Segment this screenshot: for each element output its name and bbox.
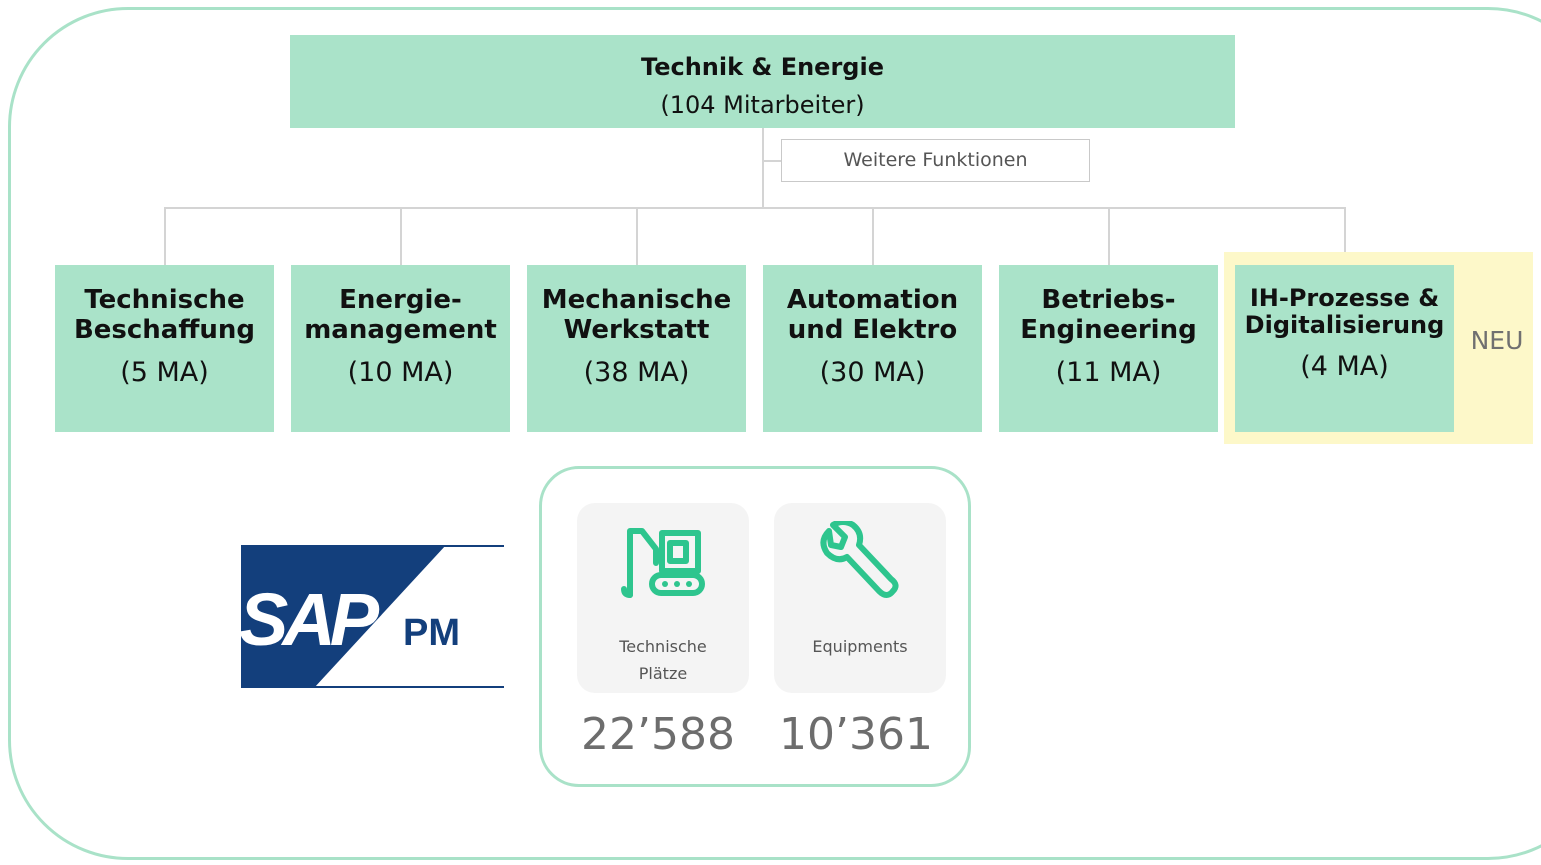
stat-label: Technische Plätze bbox=[619, 637, 707, 683]
sap-brand-text: SAP bbox=[241, 578, 380, 661]
dept-count: (38 MA) bbox=[583, 357, 690, 388]
dept-box-ih-prozesse-digitalisierung: IH-Prozesse & Digitalisierung (4 MA) bbox=[1235, 265, 1454, 432]
dept-box-energiemanagement: Energie- management (10 MA) bbox=[291, 265, 510, 432]
connector-drop-3 bbox=[636, 207, 638, 265]
stat-tile-equipments: Equipments bbox=[774, 503, 946, 693]
sap-pm-logo: SAP PM bbox=[241, 545, 504, 688]
connector-horizontal bbox=[164, 207, 1345, 209]
stat-label: Equipments bbox=[812, 637, 908, 656]
connector-drop-5 bbox=[1108, 207, 1110, 265]
dept-name: Technische Beschaffung bbox=[73, 285, 256, 345]
sap-module-text: PM bbox=[403, 612, 460, 654]
org-head-subtitle: (104 Mitarbeiter) bbox=[660, 91, 865, 119]
dept-count: (11 MA) bbox=[1055, 357, 1162, 388]
connector-further bbox=[762, 160, 781, 162]
org-head-title: Technik & Energie bbox=[641, 53, 884, 81]
org-head-box: Technik & Energie (104 Mitarbeiter) bbox=[290, 35, 1235, 128]
dept-name: Betriebs- Engineering bbox=[1020, 285, 1197, 345]
dept-box-mechanische-werkstatt: Mechanische Werkstatt (38 MA) bbox=[527, 265, 746, 432]
connector-drop-2 bbox=[400, 207, 402, 265]
stat-tile-technische-plaetze: Technische Plätze bbox=[577, 503, 749, 693]
new-label: NEU bbox=[1470, 326, 1524, 355]
wrench-icon bbox=[820, 521, 899, 598]
crane-machinery-icon bbox=[621, 528, 705, 598]
stat-value-equipments: 10’361 bbox=[779, 709, 933, 760]
connector-drop-1 bbox=[164, 207, 166, 265]
dept-box-technische-beschaffung: Technische Beschaffung (5 MA) bbox=[55, 265, 274, 432]
dept-box-automation-elektro: Automation und Elektro (30 MA) bbox=[763, 265, 982, 432]
stat-value-technische-plaetze: 22’588 bbox=[581, 709, 735, 760]
further-functions-box: Weitere Funktionen bbox=[781, 139, 1090, 182]
dept-name: IH-Prozesse & Digitalisierung bbox=[1244, 284, 1445, 339]
dept-name: Automation und Elektro bbox=[786, 285, 959, 345]
dept-count: (30 MA) bbox=[819, 357, 926, 388]
dept-box-betriebs-engineering: Betriebs- Engineering (11 MA) bbox=[999, 265, 1218, 432]
dept-count: (4 MA) bbox=[1300, 351, 1389, 382]
connector-trunk bbox=[762, 128, 764, 208]
dept-count: (5 MA) bbox=[120, 357, 209, 388]
connector-drop-4 bbox=[872, 207, 874, 265]
stats-panel: Technische Plätze Equipments 22’588 10’3… bbox=[539, 466, 971, 787]
dept-name: Energie- management bbox=[304, 285, 497, 345]
dept-name: Mechanische Werkstatt bbox=[541, 285, 732, 345]
dept-count: (10 MA) bbox=[347, 357, 454, 388]
